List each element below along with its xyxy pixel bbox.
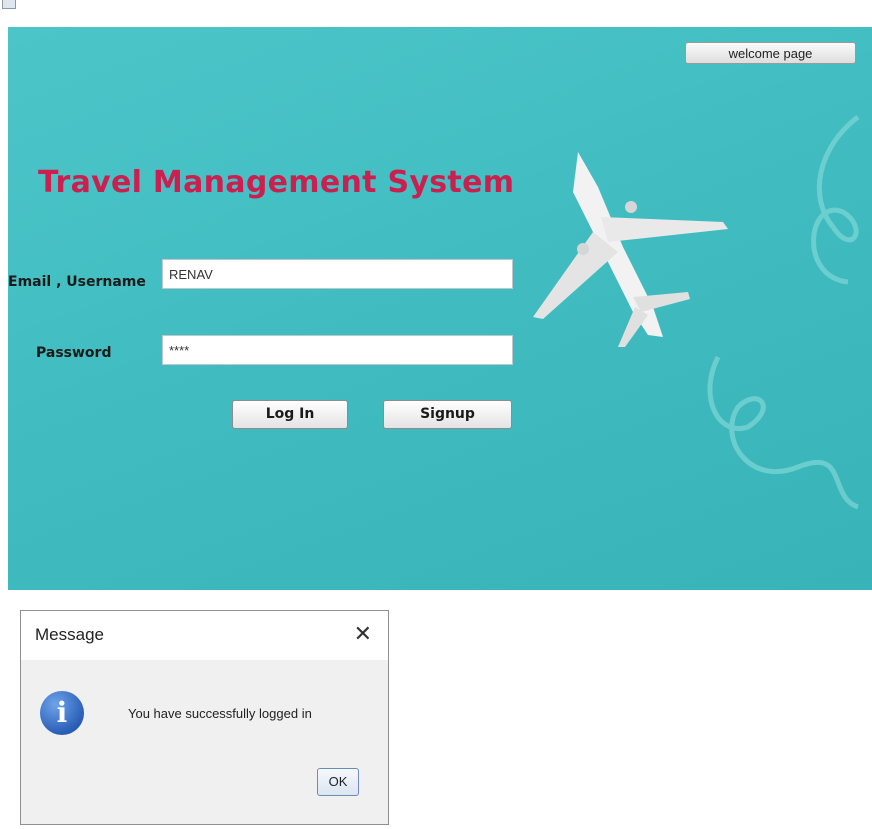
login-button[interactable]: Log In bbox=[232, 400, 348, 429]
window-menu-icon[interactable] bbox=[2, 0, 16, 9]
email-username-label: Email , Username bbox=[8, 274, 146, 290]
dialog-titlebar: Message ✕ bbox=[21, 611, 388, 660]
dialog-title: Message bbox=[35, 625, 104, 644]
password-input[interactable] bbox=[162, 335, 513, 365]
info-icon: i bbox=[40, 691, 84, 735]
app-title: Travel Management System bbox=[38, 165, 515, 200]
login-panel: welcome page Travel Management System Em… bbox=[8, 27, 872, 590]
ok-button[interactable]: OK bbox=[317, 768, 359, 796]
password-label: Password bbox=[36, 345, 112, 361]
welcome-page-button[interactable]: welcome page bbox=[685, 42, 856, 64]
dialog-message: You have successfully logged in bbox=[128, 706, 312, 721]
message-dialog: Message ✕ i You have successfully logged… bbox=[20, 610, 389, 825]
signup-button[interactable]: Signup bbox=[383, 400, 512, 429]
email-username-input[interactable] bbox=[162, 259, 513, 289]
close-icon[interactable]: ✕ bbox=[354, 621, 372, 647]
airplane-illustration bbox=[533, 152, 728, 347]
